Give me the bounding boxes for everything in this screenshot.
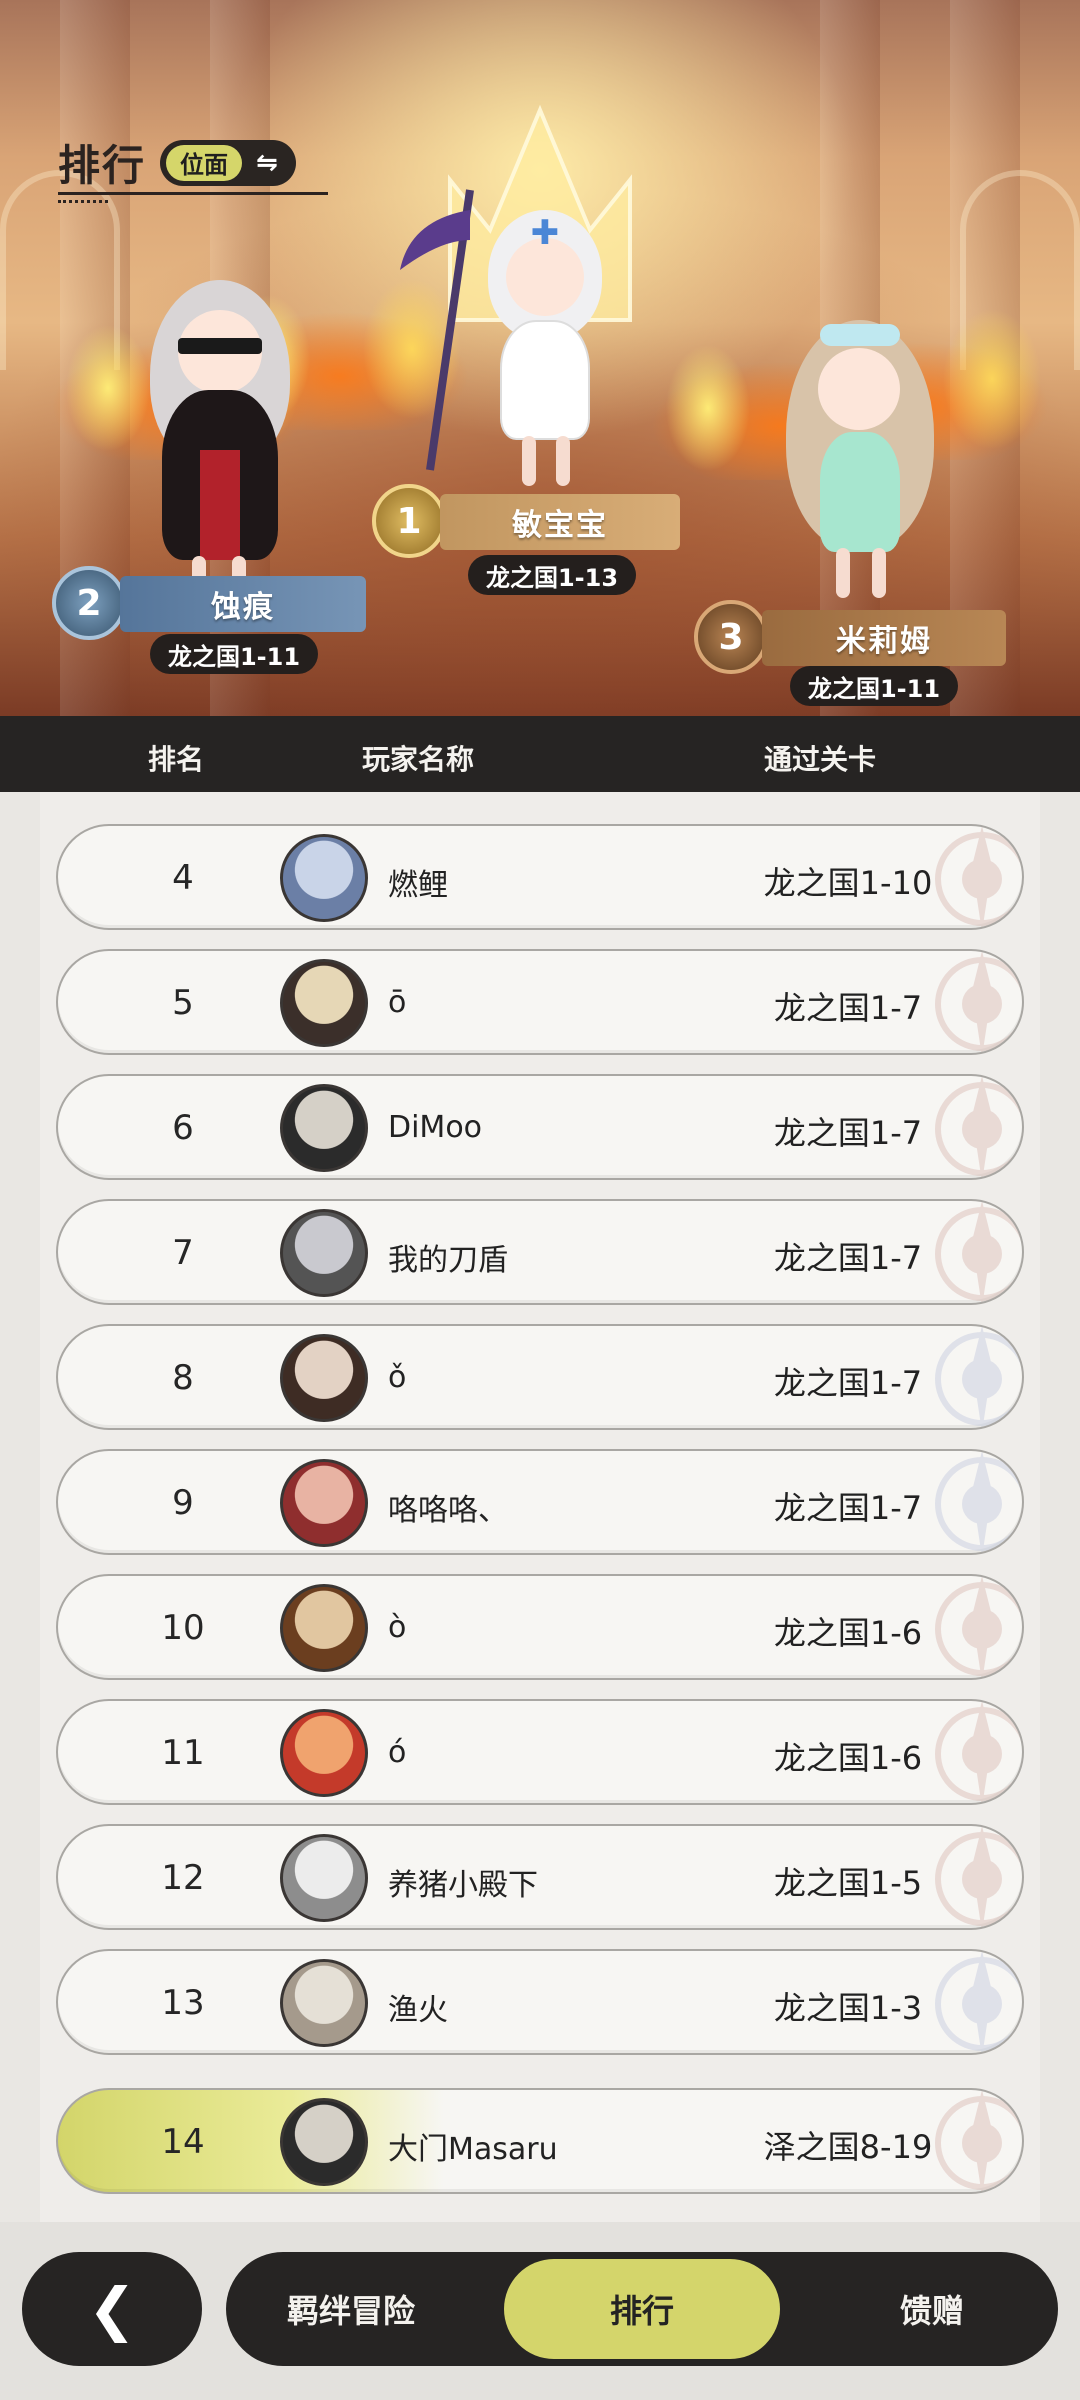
row-rank: 11: [161, 1733, 205, 1773]
avatar[interactable]: [280, 1459, 368, 1547]
row-player-name: 大门Masaru: [388, 2132, 558, 2167]
rank-3-player-name: 米莉姆: [762, 610, 1006, 666]
row-player-name: ǒ: [388, 1360, 407, 1395]
tab-ranking[interactable]: 排行: [504, 2259, 780, 2359]
row-rank: 6: [172, 1108, 194, 1148]
row-stage: 龙之国1-7: [773, 989, 923, 1027]
table-row[interactable]: 8 ǒ 龙之国1-7: [56, 1324, 1024, 1430]
ranking-table-header: 排名 玩家名称 通过关卡: [0, 716, 1080, 792]
table-row[interactable]: 12 养猪小殿下 龙之国1-5: [56, 1824, 1024, 1930]
rank-3-medal-icon: 3: [694, 600, 768, 674]
row-player-name: 养猪小殿下: [388, 1868, 538, 1903]
character-rank-3[interactable]: [780, 320, 940, 600]
row-stage: 龙之国1-6: [773, 1614, 923, 1652]
avatar[interactable]: [280, 1584, 368, 1672]
page-title: 排行: [58, 141, 147, 190]
avatar[interactable]: [280, 1334, 368, 1422]
rank-2-player-name: 蚀痕: [120, 576, 366, 632]
row-stage: 龙之国1-3: [773, 1989, 923, 2027]
swap-icon: ⇋: [256, 147, 278, 178]
row-rank: 9: [172, 1483, 194, 1523]
row-rank: 10: [161, 1608, 205, 1648]
row-stage: 龙之国1-7: [773, 1114, 923, 1152]
rank-1-medal-icon: 1: [372, 484, 446, 558]
row-player-name: 我的刀盾: [388, 1243, 508, 1278]
avatar[interactable]: [280, 1709, 368, 1797]
row-stage: 龙之国1-7: [773, 1489, 923, 1527]
rank-1-stage: 龙之国1-13: [468, 555, 636, 595]
column-player-name: 玩家名称: [362, 743, 475, 776]
rank-2-stage: 龙之国1-11: [150, 634, 318, 674]
podium-banner: 排行 位面 ⇋ ✚ 1 敏宝宝 龙之国1-13 2 蚀痕 龙之国1-11 3 米…: [0, 0, 1080, 716]
row-player-name: 燃鲤: [388, 868, 448, 903]
title-underline: [58, 192, 328, 195]
table-row[interactable]: 6 DiMoo 龙之国1-7: [56, 1074, 1024, 1180]
table-row[interactable]: 4 燃鲤 龙之国1-10: [56, 824, 1024, 930]
row-player-name: ō: [388, 985, 407, 1020]
mode-label: 位面: [166, 144, 243, 181]
row-rank: 13: [161, 1983, 205, 2023]
row-rank: 12: [161, 1858, 205, 1898]
row-player-name: ò: [388, 1610, 407, 1645]
row-rank: 7: [172, 1233, 194, 1273]
tab-bond-adventure[interactable]: 羁绊冒险: [226, 2252, 476, 2366]
column-stage: 通过关卡: [764, 743, 877, 776]
row-stage: 龙之国1-5: [773, 1864, 923, 1902]
row-rank: 4: [172, 858, 194, 898]
rank-3-stage: 龙之国1-11: [790, 666, 958, 706]
table-row[interactable]: 13 渔火 龙之国1-3: [56, 1949, 1024, 2055]
row-player-name: 咯咯咯、: [388, 1493, 508, 1528]
ranking-title-bar: 排行 位面 ⇋: [58, 132, 297, 193]
bottom-tab-bar: 羁绊冒险 排行 馈赠: [226, 2252, 1058, 2366]
row-stage: 龙之国1-6: [773, 1739, 923, 1777]
tab-gifts[interactable]: 馈赠: [806, 2252, 1058, 2366]
row-stage: 泽之国8-19: [763, 2128, 933, 2166]
row-rank: 8: [172, 1358, 194, 1398]
character-rank-2[interactable]: [140, 280, 300, 610]
back-button[interactable]: ❮: [22, 2252, 202, 2366]
scythe-icon: [400, 189, 474, 471]
row-stage: 龙之国1-10: [763, 864, 933, 902]
avatar[interactable]: [280, 1959, 368, 2047]
row-stage: 龙之国1-7: [773, 1239, 923, 1277]
table-row[interactable]: 10 ò 龙之国1-6: [56, 1574, 1024, 1680]
table-row[interactable]: 7 我的刀盾 龙之国1-7: [56, 1199, 1024, 1305]
table-row[interactable]: 9 咯咯咯、 龙之国1-7: [56, 1449, 1024, 1555]
self-rank-row[interactable]: 14 大门Masaru 泽之国8-19: [56, 2088, 1024, 2194]
row-player-name: 渔火: [388, 1993, 448, 2028]
table-row[interactable]: 11 ó 龙之国1-6: [56, 1699, 1024, 1805]
avatar[interactable]: [280, 1834, 368, 1922]
character-rank-1[interactable]: ✚: [470, 210, 620, 490]
rank-1-player-name: 敏宝宝: [440, 494, 680, 550]
row-stage: 龙之国1-7: [773, 1364, 923, 1402]
rank-2-medal-icon: 2: [52, 566, 126, 640]
avatar[interactable]: [280, 959, 368, 1047]
avatar[interactable]: [280, 834, 368, 922]
row-rank: 14: [161, 2122, 205, 2162]
chevron-left-icon: ❮: [87, 2275, 137, 2343]
table-row[interactable]: 5 ō 龙之国1-7: [56, 949, 1024, 1055]
row-player-name: ó: [388, 1735, 407, 1770]
row-rank: 5: [172, 983, 194, 1023]
mode-switch-button[interactable]: 位面 ⇋: [160, 139, 297, 186]
avatar[interactable]: [280, 1084, 368, 1172]
title-dots: [58, 200, 108, 203]
row-player-name: DiMoo: [388, 1110, 483, 1145]
column-rank: 排名: [148, 743, 205, 776]
avatar[interactable]: [280, 2098, 368, 2186]
avatar[interactable]: [280, 1209, 368, 1297]
